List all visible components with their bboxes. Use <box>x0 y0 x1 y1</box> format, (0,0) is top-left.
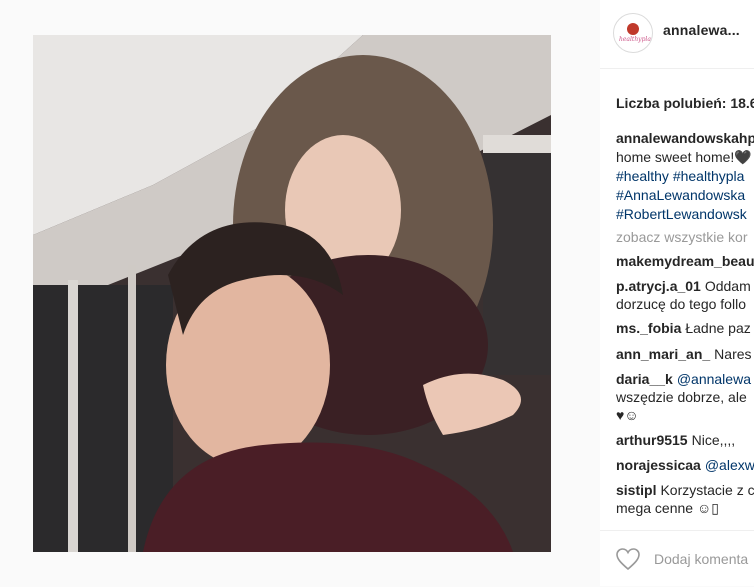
comment-username[interactable]: ann_mari_an_ <box>616 346 710 362</box>
comment-text: ♥☺ <box>616 407 639 423</box>
comment-text: Oddam <box>704 278 751 294</box>
comment: ms._fobia Ładne paz <box>616 319 751 337</box>
post-caption: annalewandowskahp home sweet home!🖤 #hea… <box>616 129 754 224</box>
hashtag[interactable]: #RobertLewandowsk <box>616 205 754 224</box>
post-username[interactable]: annalewa... <box>663 22 740 38</box>
comment-username[interactable]: arthur9515 <box>616 432 688 448</box>
post-header: healthyplan annalewa... <box>600 0 754 69</box>
comment-username[interactable]: makemydream_beau <box>616 253 754 269</box>
comment-text: wszędzie dobrze, ale <box>616 389 747 405</box>
comment-text: Korzystacie z c <box>660 482 754 498</box>
comment-text: dorzucę do tego follo <box>616 296 746 312</box>
comment-username[interactable]: sistipl <box>616 482 656 498</box>
comment: p.atrycj.a_01 Oddam dorzucę do tego follo <box>616 277 751 313</box>
add-comment-input[interactable]: Dodaj komenta <box>654 551 748 567</box>
caption-username[interactable]: annalewandowskahp <box>616 130 754 146</box>
comment-mention[interactable]: @annalewa <box>677 371 751 387</box>
hashtag[interactable]: #healthy #healthypla <box>616 167 754 186</box>
comment: arthur9515 Nice,,,, <box>616 431 735 449</box>
post-footer: Dodaj komenta <box>600 530 754 587</box>
comment: sistipl Korzystacie z c mega cenne ☺▯ <box>616 481 754 517</box>
comment-username[interactable]: ms._fobia <box>616 320 681 336</box>
view-all-comments-link[interactable]: zobacz wszystkie kor <box>616 229 747 245</box>
heart-icon[interactable] <box>615 547 641 571</box>
hashtag[interactable]: #AnnaLewandowska <box>616 186 754 205</box>
avatar[interactable]: healthyplan <box>613 13 653 53</box>
comment-username[interactable]: norajessicaa <box>616 457 701 473</box>
comment-text: Nares <box>714 346 752 362</box>
comment: ann_mari_an_ Nares <box>616 345 752 363</box>
avatar-logo-script: healthyplan <box>619 36 653 43</box>
comment: makemydream_beau <box>616 252 754 270</box>
comment-mention[interactable]: @alexw <box>705 457 754 473</box>
caption-line: home sweet home!🖤 <box>616 149 752 165</box>
likes-count[interactable]: Liczba polubień: 18.6 <box>616 95 754 111</box>
comment: daria__k @annalewa wszędzie dobrze, ale ♥… <box>616 370 751 424</box>
avatar-image <box>627 23 639 35</box>
post-photo[interactable] <box>33 35 551 552</box>
comment-text: Nice,,,, <box>691 432 736 448</box>
comment: norajessicaa @alexw <box>616 456 754 474</box>
comment-text: mega cenne ☺▯ <box>616 500 719 516</box>
comment-username[interactable]: p.atrycj.a_01 <box>616 278 701 294</box>
comment-username[interactable]: daria__k <box>616 371 673 387</box>
comment-text: Ładne paz <box>685 320 751 336</box>
